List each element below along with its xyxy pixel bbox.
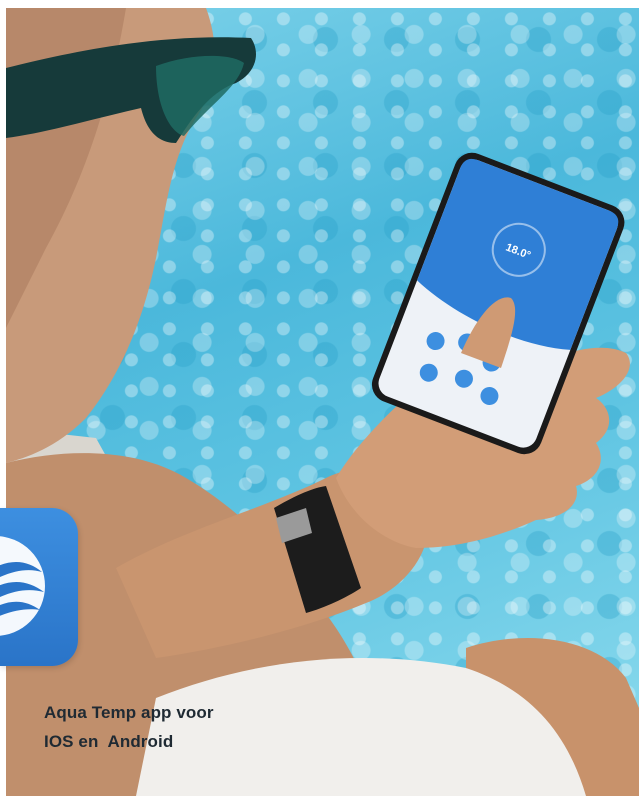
aqua-temp-wave-icon <box>0 508 78 666</box>
caption: Aqua Temp app voor IOS en Android <box>44 698 284 756</box>
wave-icon-graphic <box>0 536 45 636</box>
caption-line-2: IOS en Android <box>44 732 174 751</box>
photo-scene: 18.0° <box>6 8 639 796</box>
pool-photo: 18.0° <box>6 8 639 796</box>
caption-line-1: Aqua Temp app voor <box>44 703 214 722</box>
